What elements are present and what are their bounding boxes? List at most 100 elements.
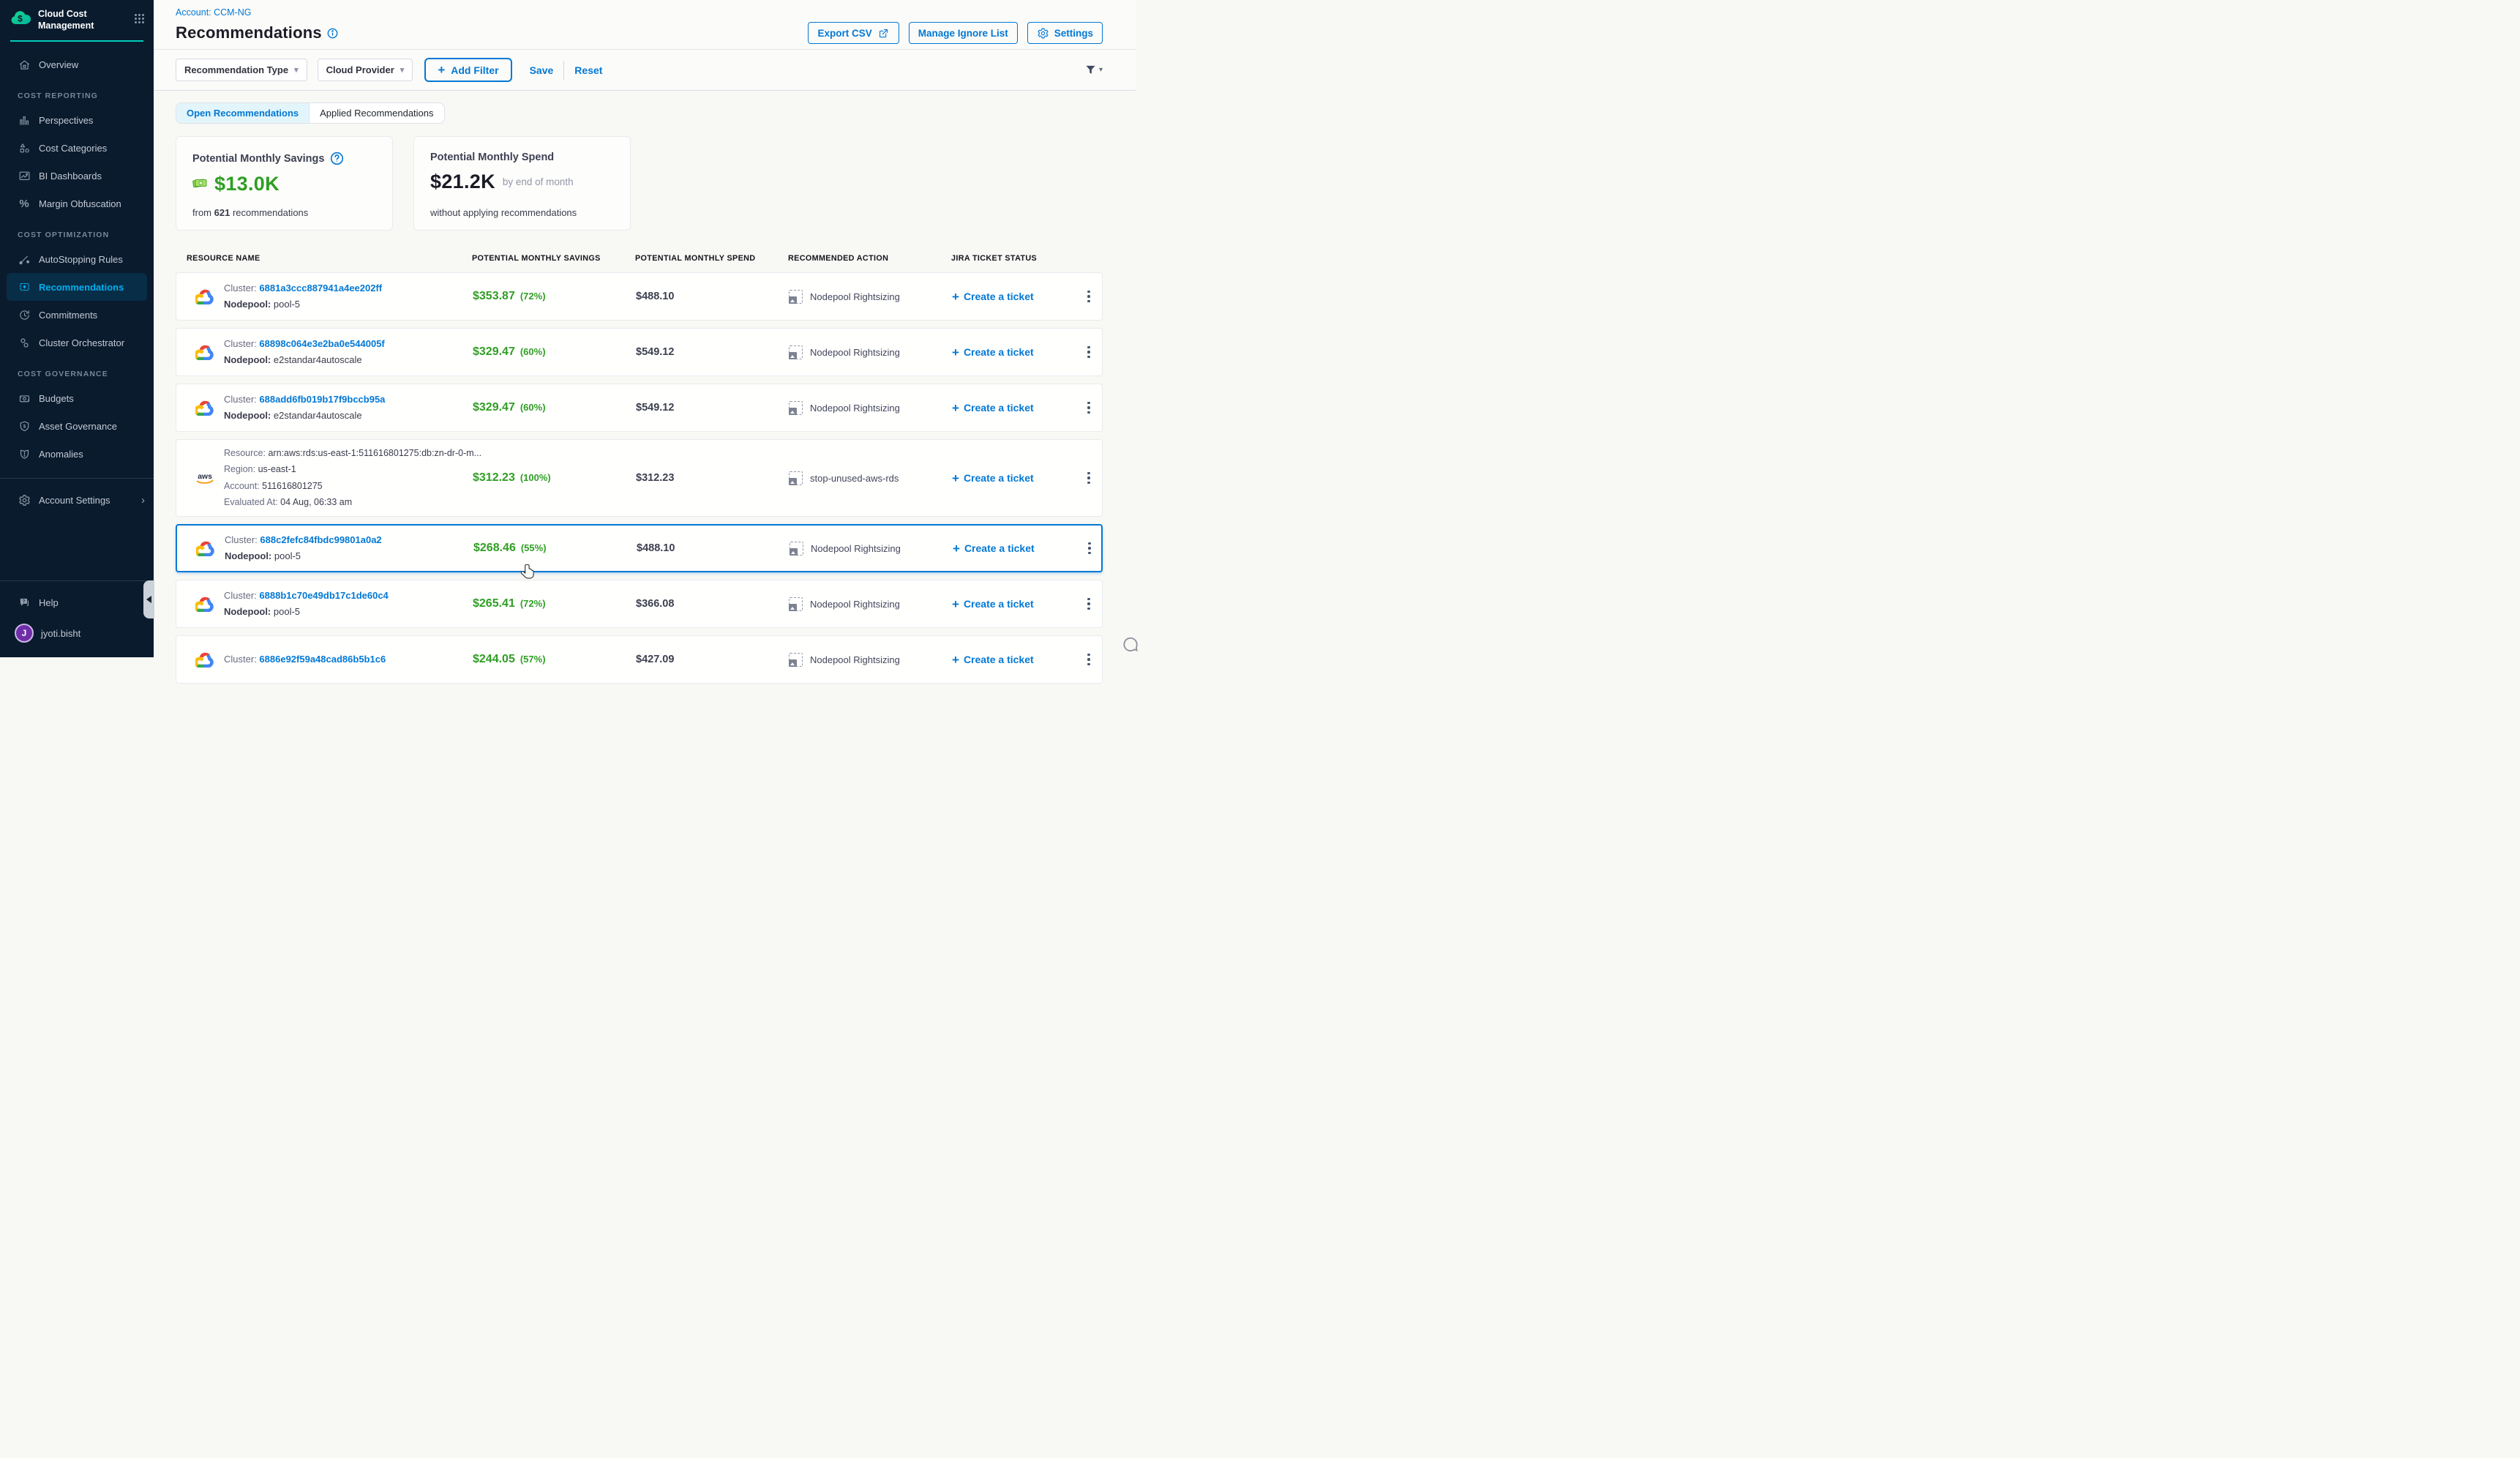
nav-section-label: COST OPTIMIZATION — [0, 217, 154, 245]
create-ticket-button[interactable]: + Create a ticket — [952, 402, 1074, 414]
table-row[interactable]: Cluster: 688c2fefc84fbdc99801a0a2Nodepoo… — [176, 524, 1103, 572]
user-menu[interactable]: J jyoti.bisht — [0, 616, 154, 650]
sidebar-item-label: AutoStopping Rules — [39, 254, 123, 265]
support-chat-icon[interactable] — [1121, 635, 1140, 658]
sidebar-item-commitments[interactable]: Commitments — [0, 301, 154, 329]
savings-cell: $329.47 (60%) — [473, 345, 636, 359]
recommendations-list: Cluster: 6881a3ccc887941a4ee202ffNodepoo… — [176, 272, 1103, 684]
row-menu-button[interactable] — [1074, 649, 1103, 670]
sidebar-item-recommendations[interactable]: Recommendations — [7, 273, 147, 301]
question-circle-icon[interactable] — [330, 152, 344, 165]
resource-link[interactable]: 688add6fb019b17f9bccb95a — [259, 394, 385, 405]
savings-cell: $265.41 (72%) — [473, 597, 636, 610]
row-menu-button[interactable] — [1074, 342, 1103, 363]
column-header: RECOMMENDED ACTION — [788, 254, 951, 263]
filter-bar: Recommendation Type▾ Cloud Provider▾ + Ad… — [154, 49, 1136, 91]
table-row[interactable]: aws Resource: arn:aws:rds:us-east-1:5116… — [176, 439, 1103, 517]
row-menu-button[interactable] — [1075, 538, 1104, 559]
spend-value-suffix: by end of month — [503, 176, 574, 187]
resource-link[interactable]: 68898c064e3e2ba0e544005f — [259, 338, 384, 349]
sidebar-item-margin-obfuscation[interactable]: % Margin Obfuscation — [0, 190, 154, 217]
table-header: RESOURCE NAMEPOTENTIAL MONTHLY SAVINGSPO… — [176, 254, 1103, 263]
sidebar-item-cluster-orchestrator[interactable]: Cluster Orchestrator — [0, 329, 154, 356]
settings-button[interactable]: Settings — [1027, 22, 1103, 44]
resource-detail-line: Cluster: 6888b1c70e49db17c1de60c4 — [224, 590, 389, 602]
sidebar-item-cost-categories[interactable]: Cost Categories — [0, 134, 154, 162]
categories-icon — [18, 141, 31, 154]
recommended-action-cell: Nodepool Rightsizing — [789, 345, 952, 359]
budgets-icon — [18, 392, 31, 405]
spend-cell: $366.08 — [636, 598, 789, 610]
sidebar-item-bi-dashboards[interactable]: BI Dashboards — [0, 162, 154, 190]
row-menu-button[interactable] — [1074, 286, 1103, 307]
resource-detail-line: Nodepool: pool-5 — [224, 299, 382, 310]
filter-funnel-button[interactable]: ▾ — [1084, 64, 1103, 76]
table-row[interactable]: Cluster: 68898c064e3e2ba0e544005fNodepoo… — [176, 328, 1103, 376]
table-row[interactable]: Cluster: 688add6fb019b17f9bccb95aNodepoo… — [176, 384, 1103, 432]
sidebar-item-autostopping-rules[interactable]: AutoStopping Rules — [0, 245, 154, 273]
create-ticket-button[interactable]: + Create a ticket — [952, 346, 1074, 359]
resource-link[interactable]: 6888b1c70e49db17c1de60c4 — [259, 590, 388, 601]
breadcrumb[interactable]: Account: CCM-NG — [176, 7, 1103, 18]
sidebar-item-perspectives[interactable]: Perspectives — [0, 106, 154, 134]
svg-text:aws: aws — [198, 472, 212, 481]
grid-dots-icon[interactable] — [134, 13, 145, 28]
resource-link[interactable]: 688c2fefc84fbdc99801a0a2 — [260, 534, 381, 545]
recommended-action-cell: Nodepool Rightsizing — [789, 401, 952, 415]
resource-link[interactable]: 6881a3ccc887941a4ee202ff — [259, 283, 382, 294]
sidebar-item-account-settings[interactable]: Account Settings › — [0, 486, 154, 514]
gcp-logo-icon — [194, 288, 216, 304]
info-icon[interactable] — [327, 28, 338, 39]
sidebar-item-anomalies[interactable]: Anomalies — [0, 440, 154, 468]
row-menu-button[interactable] — [1074, 594, 1103, 615]
tab-open-recommendations[interactable]: Open Recommendations — [176, 103, 310, 123]
reset-filter-button[interactable]: Reset — [574, 64, 602, 76]
create-ticket-button[interactable]: + Create a ticket — [952, 598, 1074, 610]
savings-cell: $312.23 (100%) — [473, 471, 636, 485]
row-menu-button[interactable] — [1074, 397, 1103, 419]
sidebar-item-asset-governance[interactable]: $ Asset Governance — [0, 412, 154, 440]
table-row[interactable]: Cluster: 6888b1c70e49db17c1de60c4Nodepoo… — [176, 580, 1103, 628]
sidebar-divider — [0, 580, 154, 581]
gcp-logo-icon — [194, 344, 216, 360]
create-ticket-button[interactable]: + Create a ticket — [952, 472, 1074, 485]
add-filter-button[interactable]: + Add Filter — [424, 58, 511, 82]
resource-value: pool-5 — [274, 550, 301, 561]
sidebar-item-help[interactable]: ? Help — [0, 588, 154, 616]
sidebar-bottom: ? Help J jyoti.bisht — [0, 570, 154, 657]
table-row[interactable]: Cluster: 6881a3ccc887941a4ee202ffNodepoo… — [176, 272, 1103, 321]
percent-icon: % — [18, 197, 31, 210]
sidebar-item-budgets[interactable]: Budgets — [0, 384, 154, 412]
sidebar-item-label: Cluster Orchestrator — [39, 337, 124, 348]
perspectives-icon — [18, 113, 31, 127]
resource-cell: Cluster: 6881a3ccc887941a4ee202ffNodepoo… — [176, 283, 473, 310]
resource-value: pool-5 — [274, 606, 300, 617]
resource-detail-line: Nodepool: e2standar4autoscale — [224, 354, 385, 366]
rightsizing-icon — [789, 597, 803, 611]
sidebar-item-overview[interactable]: Overview — [0, 51, 154, 78]
main-area: Account: CCM-NG Recommendations Export C… — [154, 0, 1136, 657]
sidebar-item-label: Account Settings — [39, 495, 110, 506]
home-icon — [18, 58, 31, 71]
resource-cell: Cluster: 6888b1c70e49db17c1de60c4Nodepoo… — [176, 590, 473, 618]
recommendation-type-dropdown[interactable]: Recommendation Type▾ — [176, 59, 307, 81]
cloud-provider-dropdown[interactable]: Cloud Provider▾ — [318, 59, 413, 81]
save-filter-button[interactable]: Save — [530, 64, 554, 76]
spend-note: without applying recommendations — [430, 207, 615, 218]
app-logo-row: $ Cloud Cost Management — [0, 0, 154, 39]
plus-icon: + — [953, 542, 960, 555]
create-ticket-button[interactable]: + Create a ticket — [952, 654, 1074, 666]
export-csv-button[interactable]: Export CSV — [808, 22, 899, 44]
create-ticket-button[interactable]: + Create a ticket — [952, 291, 1074, 303]
table-row[interactable]: Cluster: 6886e92f59a48cad86b5b1c6 $244.0… — [176, 635, 1103, 684]
commitments-icon — [18, 308, 31, 321]
manage-ignore-list-button[interactable]: Manage Ignore List — [909, 22, 1018, 44]
gcp-logo-icon — [195, 540, 217, 556]
sidebar-collapse-handle[interactable] — [143, 580, 154, 618]
resource-link[interactable]: 6886e92f59a48cad86b5b1c6 — [259, 654, 386, 665]
sidebar-item-label: Recommendations — [39, 282, 124, 293]
tabs: Open RecommendationsApplied Recommendati… — [176, 102, 445, 124]
tab-applied-recommendations[interactable]: Applied Recommendations — [310, 103, 443, 123]
create-ticket-button[interactable]: + Create a ticket — [953, 542, 1075, 555]
row-menu-button[interactable] — [1074, 468, 1103, 489]
